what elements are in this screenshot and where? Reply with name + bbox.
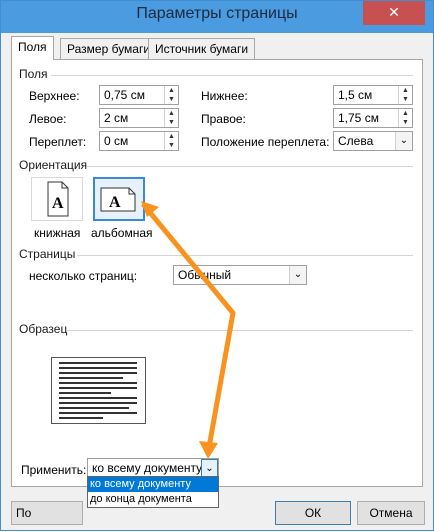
landscape-label[interactable]: альбомная [91,226,153,240]
spin-down-icon[interactable]: ▼ [165,95,178,104]
gutter-spinner[interactable]: 0 см ▲ ▼ [99,131,179,151]
gutter-label: Переплет: [29,135,87,149]
bottom-margin-spinner[interactable]: 1,5 см ▲ ▼ [333,85,413,105]
gutter-value: 0 см [104,134,129,148]
bottom-margin-label: Нижнее: [201,89,248,103]
orientation-divider [87,166,413,167]
multiple-pages-value: Обычный [178,268,232,282]
multiple-pages-label: несколько страниц: [29,269,138,283]
apply-option-to-end[interactable]: до конца документа [88,492,218,507]
apply-to-label: Применить: [21,463,87,477]
margins-divider [51,75,413,76]
landscape-page-icon: A [100,187,136,212]
portrait-label[interactable]: книжная [34,226,80,240]
preview-group-label: Образец [19,322,68,336]
tab-paper-source[interactable]: Источник бумаги [148,38,256,60]
spin-down-icon[interactable]: ▼ [399,95,412,104]
portrait-glyph: A [52,195,64,212]
close-button[interactable]: ✕ [363,1,425,25]
right-margin-value: 1,75 см [338,111,379,125]
tab-paper-size[interactable]: Размер бумаги [60,38,158,60]
top-margin-value: 0,75 см [104,88,145,102]
chevron-down-icon[interactable]: ⌄ [201,459,218,477]
landscape-option[interactable]: A [93,177,145,221]
spin-down-icon[interactable]: ▼ [165,118,178,127]
preview-divider [67,330,413,331]
apply-to-dropdown-list: ко всему документу до конца документа [87,476,219,508]
spin-down-icon[interactable]: ▼ [165,141,178,150]
portrait-option[interactable]: A [31,177,83,221]
spin-up-icon[interactable]: ▲ [399,86,412,95]
spin-up-icon[interactable]: ▲ [165,132,178,141]
gutter-position-label: Положение переплета: [201,135,330,149]
page-setup-dialog: Параметры страницы ✕ Поля Размер бумаги … [0,0,434,531]
multiple-pages-select[interactable]: Обычный ⌄ [173,265,307,285]
top-margin-spinner[interactable]: 0,75 см ▲ ▼ [99,85,179,105]
ok-button[interactable]: ОК [275,501,351,525]
right-margin-label: Правое: [201,112,246,126]
margins-group-label: Поля [19,67,48,81]
set-default-button[interactable]: По умолчанию [11,501,83,525]
left-margin-label: Левое: [29,112,67,126]
left-margin-value: 2 см [104,111,129,125]
spin-up-icon[interactable]: ▲ [399,109,412,118]
gutter-position-value: Слева [338,134,374,148]
top-margin-label: Верхнее: [29,89,80,103]
title-bar: Параметры страницы ✕ [1,1,433,33]
spin-up-icon[interactable]: ▲ [165,86,178,95]
close-icon: ✕ [388,4,400,20]
orientation-group-label: Ориентация [19,158,88,172]
pages-group-label: Страницы [19,247,76,261]
apply-to-value: ко всему документу [92,461,203,475]
landscape-glyph: A [109,194,121,211]
portrait-page-icon: A [47,181,69,217]
right-margin-spinner[interactable]: 1,75 см ▲ ▼ [333,108,413,128]
chevron-down-icon[interactable]: ⌄ [395,132,412,150]
apply-to-select[interactable]: ко всему документу ⌄ [87,458,219,478]
page-preview-thumbnail [51,357,146,424]
tab-margins[interactable]: Поля [11,36,54,60]
cancel-button[interactable]: Отмена [357,501,425,525]
spin-up-icon[interactable]: ▲ [165,109,178,118]
chevron-down-icon[interactable]: ⌄ [289,266,306,284]
gutter-position-select[interactable]: Слева ⌄ [333,131,413,151]
bottom-margin-value: 1,5 см [338,88,373,102]
left-margin-spinner[interactable]: 2 см ▲ ▼ [99,108,179,128]
pages-divider [77,255,413,256]
apply-option-whole-document[interactable]: ко всему документу [88,477,218,492]
spin-down-icon[interactable]: ▼ [399,118,412,127]
